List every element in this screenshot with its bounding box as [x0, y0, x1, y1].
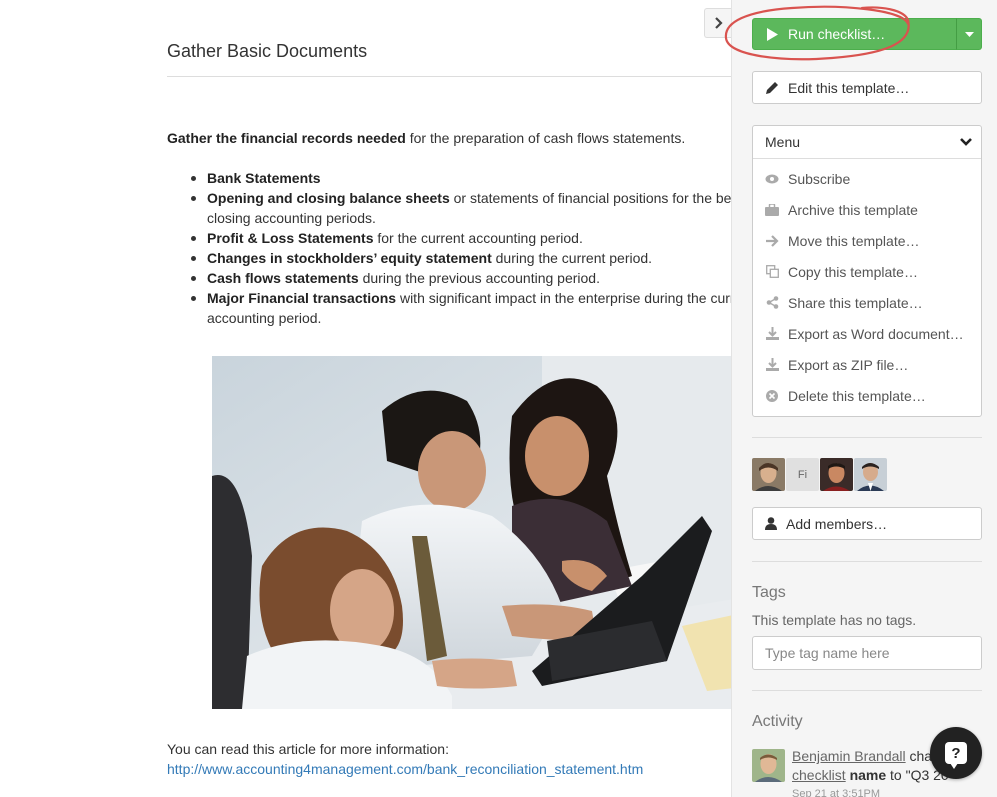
activity-heading: Activity	[752, 713, 803, 730]
run-checklist-button[interactable]: Run checklist…	[752, 18, 957, 50]
download-icon	[765, 327, 779, 340]
remove-circle-icon	[765, 389, 779, 402]
menu-item-label: Archive this template	[788, 201, 918, 218]
caret-down-icon	[964, 31, 974, 37]
menu-item-label: Subscribe	[788, 170, 851, 187]
member-avatars: Fi	[752, 458, 887, 491]
list-item-text: during the previous accounting period.	[358, 270, 600, 286]
list-item-bold: Bank Statements	[207, 170, 321, 186]
edit-template-label: Edit this template…	[788, 79, 910, 96]
menu-item-label: Export as Word document…	[788, 325, 964, 342]
menu-item-label: Export as ZIP file…	[788, 356, 909, 373]
chevron-right-icon	[714, 17, 723, 29]
sidebar: Run checklist… Edit this template… Menu …	[731, 0, 997, 797]
list-item-text: during the current period.	[491, 250, 653, 266]
edit-template-button[interactable]: Edit this template…	[752, 71, 982, 104]
arrow-right-icon	[765, 234, 779, 247]
task-content: Gather Basic Documents Gather the financ…	[0, 0, 731, 797]
list-item: Major Financial transactions with signif…	[191, 288, 731, 328]
question-bubble-icon: ?	[945, 742, 967, 769]
task-intro: Gather the financial records needed for …	[167, 128, 685, 148]
activity-user-link[interactable]: Benjamin Brandall	[792, 748, 906, 764]
task-title: Gather Basic Documents	[167, 41, 368, 61]
menu-list: Subscribe Archive this template Move thi…	[753, 159, 981, 411]
avatar[interactable]: Fi	[786, 458, 819, 491]
copy-icon	[765, 265, 779, 278]
no-tags-text: This template has no tags.	[752, 612, 917, 628]
list-item: Profit & Loss Statements for the current…	[191, 228, 731, 248]
share-icon	[765, 296, 779, 309]
menu-label: Menu	[765, 134, 801, 150]
activity-object-link[interactable]: checklist	[792, 767, 846, 783]
list-item: Opening and closing balance sheets or st…	[191, 188, 731, 228]
divider	[752, 561, 982, 562]
menu-item-label: Delete this template…	[788, 387, 926, 404]
business-meeting-photo	[212, 356, 731, 709]
menu-item-share[interactable]: Share this template…	[753, 287, 981, 318]
collapse-sidebar-toggle[interactable]	[704, 8, 732, 38]
briefcase-icon	[765, 203, 779, 216]
run-checklist-label: Run checklist…	[788, 26, 886, 42]
user-icon	[765, 517, 777, 530]
intro-bold: Gather the financial records needed	[167, 130, 406, 146]
help-button[interactable]: ?	[930, 727, 982, 779]
menu-item-export-zip[interactable]: Export as ZIP file…	[753, 349, 981, 380]
list-item-bold: Major Financial transactions	[207, 290, 397, 306]
list-item-bold: Changes in stockholders’ equity statemen…	[207, 250, 492, 266]
list-item-bold: Opening and closing balance sheets	[207, 190, 450, 206]
menu-item-label: Copy this template…	[788, 263, 918, 280]
activity-timestamp: Sep 21 at 3:51PM	[792, 788, 881, 797]
list-item-text: with significant impact in the enterpris…	[396, 290, 731, 306]
activity-verb: cha	[905, 748, 933, 764]
list-item-text: for the current accounting period.	[373, 230, 583, 246]
list-item: Changes in stockholders’ equity statemen…	[191, 248, 731, 268]
article-link[interactable]: http://www.accounting4management.com/ban…	[167, 759, 643, 779]
tag-input[interactable]	[752, 636, 982, 670]
menu-toggle[interactable]: Menu	[753, 126, 981, 159]
avatar-initials: Fi	[797, 468, 808, 481]
list-item-text: or statements of financial positions for…	[453, 190, 731, 206]
chevron-down-icon	[960, 138, 972, 146]
more-info-text: You can read this article for more infor…	[167, 741, 449, 757]
avatar[interactable]	[752, 749, 785, 782]
run-options-dropdown[interactable]	[956, 18, 982, 50]
list-item: Cash flows statements during the previou…	[191, 268, 731, 288]
pencil-icon	[766, 81, 778, 94]
add-members-button[interactable]: Add members…	[752, 507, 982, 540]
template-menu: Menu Subscribe Archive this template Mov…	[752, 125, 982, 417]
menu-item-move[interactable]: Move this template…	[753, 225, 981, 256]
divider	[752, 690, 982, 691]
document-list: Bank Statements Opening and closing bala…	[191, 168, 731, 328]
tags-heading: Tags	[752, 584, 786, 601]
divider	[752, 437, 982, 438]
download-icon	[765, 358, 779, 371]
avatar[interactable]	[820, 458, 853, 491]
menu-item-copy[interactable]: Copy this template…	[753, 256, 981, 287]
list-item-text-cont: closing accounting periods.	[207, 210, 376, 226]
title-divider	[167, 76, 731, 77]
menu-item-label: Share this template…	[788, 294, 923, 311]
list-item-bold: Profit & Loss Statements	[207, 230, 374, 246]
more-info: You can read this article for more infor…	[167, 739, 643, 779]
avatar[interactable]	[752, 458, 785, 491]
intro-text: for the preparation of cash flows statem…	[405, 130, 686, 146]
list-item-text-cont: accounting period.	[207, 310, 322, 326]
eye-icon	[765, 174, 779, 184]
menu-item-subscribe[interactable]: Subscribe	[753, 163, 981, 194]
list-item: Bank Statements	[191, 168, 731, 188]
add-members-label: Add members…	[786, 515, 888, 532]
menu-item-delete[interactable]: Delete this template…	[753, 380, 981, 411]
list-item-bold: Cash flows statements	[207, 270, 359, 286]
menu-item-export-word[interactable]: Export as Word document…	[753, 318, 981, 349]
menu-item-archive[interactable]: Archive this template	[753, 194, 981, 225]
menu-item-label: Move this template…	[788, 232, 920, 249]
avatar[interactable]	[854, 458, 887, 491]
play-icon	[767, 27, 778, 41]
activity-field: name	[849, 767, 887, 783]
